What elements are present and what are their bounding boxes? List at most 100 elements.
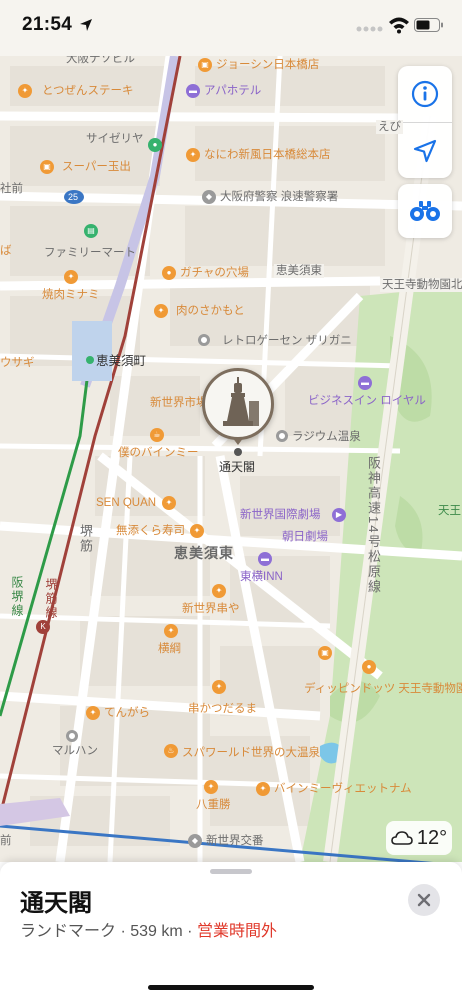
restaurant-icon[interactable]: ✦: [154, 304, 168, 318]
restaurant-icon[interactable]: ✦: [162, 496, 176, 510]
map-label[interactable]: 串かつだるま: [188, 702, 257, 716]
hotel-icon[interactable]: ▬: [358, 376, 372, 390]
restaurant-icon[interactable]: ✦: [186, 148, 200, 162]
map-label[interactable]: ファミリーマート: [44, 246, 136, 260]
map-label[interactable]: バインミーヴィエットナム: [274, 782, 412, 796]
shop-icon[interactable]: ▣: [198, 58, 212, 72]
restaurant-icon[interactable]: ✦: [212, 584, 226, 598]
map-label[interactable]: SEN QUAN: [96, 496, 156, 510]
map-label[interactable]: ディッピンドッツ 天王寺動物園内FooZoo: [304, 682, 462, 696]
map-label[interactable]: ガチャの穴場: [180, 266, 249, 280]
map-label[interactable]: 大阪ナゾビル: [66, 56, 135, 66]
map-label[interactable]: スーパー玉出: [62, 160, 131, 174]
restaurant-icon[interactable]: ✦: [212, 680, 226, 694]
game-icon[interactable]: ●: [162, 266, 176, 280]
onsen-icon[interactable]: [276, 430, 288, 442]
cafe-icon[interactable]: ☕: [150, 428, 164, 442]
map-label[interactable]: 新世界交番: [206, 834, 264, 848]
status-time: 21:54: [22, 14, 73, 35]
restaurant-icon[interactable]: ✦: [256, 782, 270, 796]
map-label[interactable]: 社前: [0, 182, 23, 196]
map-label[interactable]: とつぜんステーキ: [42, 84, 134, 98]
battery-icon: [414, 18, 443, 32]
map-label[interactable]: 新世界市場: [150, 396, 208, 410]
shop-icon[interactable]: ▣: [40, 160, 54, 174]
home-indicator[interactable]: [148, 985, 314, 990]
spa-icon[interactable]: ♨: [164, 744, 178, 758]
ice-cream-icon[interactable]: ●: [362, 660, 376, 674]
info-icon: [411, 80, 439, 108]
look-around-button[interactable]: [398, 184, 452, 238]
tsutenkaku-pin[interactable]: [202, 368, 274, 440]
map-label[interactable]: 新世界国際劇場: [240, 508, 321, 522]
restaurant-icon[interactable]: ✦: [164, 624, 178, 638]
map-label[interactable]: ば: [0, 244, 12, 258]
restaurant-icon[interactable]: ✦: [204, 780, 218, 794]
restaurant-icon[interactable]: ✦: [190, 524, 204, 538]
place-category: ランドマーク: [20, 923, 117, 940]
close-button[interactable]: [408, 884, 440, 916]
map-label[interactable]: スパワールド世界の大温泉: [182, 746, 320, 760]
hotel-icon[interactable]: ▬: [186, 84, 200, 98]
pachinko-icon[interactable]: [66, 730, 78, 742]
close-icon: [417, 893, 431, 907]
map-label[interactable]: 東横INN: [240, 570, 283, 584]
police-box-icon[interactable]: ◆: [188, 834, 202, 848]
restaurant-icon[interactable]: ✦: [86, 706, 100, 720]
map-label[interactable]: 大阪府警察 浪速警察署: [220, 190, 338, 204]
separator: ·: [120, 923, 126, 940]
restaurant-icon[interactable]: ●: [148, 138, 162, 152]
rail-label: 堺筋線: [44, 578, 58, 620]
hotel-icon[interactable]: ▬: [258, 552, 272, 566]
map-label[interactable]: 天王寺動物園北: [380, 278, 462, 292]
map-label[interactable]: 肉のさかもと: [176, 304, 245, 318]
map-label[interactable]: えび: [376, 120, 403, 134]
place-sheet[interactable]: 通天閣 ランドマーク · 539 km · 営業時間外: [0, 862, 462, 1000]
map-label[interactable]: レトロゲーセン ザリガニ: [222, 334, 352, 348]
map-label[interactable]: 横綱: [158, 642, 181, 656]
status-bar: 21:54: [0, 0, 462, 56]
map-label[interactable]: てんがら: [104, 706, 150, 720]
cloud-icon: [391, 831, 413, 845]
map-label[interactable]: アパホテル: [204, 84, 261, 98]
sheet-grabber[interactable]: [210, 869, 252, 874]
map-label[interactable]: なにわ新風日本橋総本店: [204, 148, 331, 162]
map-view[interactable]: 大阪ナゾビル ▣ ジョーシン日本橋店 ✦ とつぜんステーキ ▬ アパホテル サイ…: [0, 56, 462, 862]
map-label[interactable]: サイゼリヤ: [86, 132, 144, 146]
district-label: 恵美須東: [174, 545, 234, 561]
map-label[interactable]: 焼肉ミナミ: [42, 288, 100, 302]
landmark-label[interactable]: 通天閣: [219, 460, 255, 474]
hours-status: 営業時間外: [196, 923, 277, 940]
map-label[interactable]: 僕のバインミー: [118, 446, 199, 460]
arcade-icon[interactable]: [198, 334, 210, 346]
map-label[interactable]: 前: [0, 834, 12, 848]
restaurant-icon[interactable]: ✦: [18, 84, 32, 98]
police-icon[interactable]: ◆: [202, 190, 216, 204]
shop-icon[interactable]: ▣: [318, 646, 332, 660]
pin-dot: [234, 448, 242, 456]
map-label[interactable]: 恵美須東: [274, 264, 324, 278]
temperature: 12°: [416, 826, 448, 849]
station-icon[interactable]: K: [36, 620, 50, 634]
map-label[interactable]: マルハン: [52, 744, 98, 758]
separator: ·: [187, 923, 193, 940]
road-label: 堺筋: [78, 524, 93, 554]
map-label[interactable]: ビジネスイン ロイヤル: [308, 394, 426, 408]
restaurant-icon[interactable]: ✦: [64, 270, 78, 284]
station-dot-icon[interactable]: [86, 356, 94, 364]
binoculars-icon: [410, 201, 440, 221]
map-label[interactable]: 天王: [438, 504, 461, 518]
map-label[interactable]: ラジウム温泉: [292, 430, 361, 444]
theater-icon[interactable]: ▶: [332, 508, 346, 522]
map-label[interactable]: 恵美須町: [96, 354, 146, 368]
map-label[interactable]: 朝日劇場: [282, 530, 328, 544]
info-button[interactable]: [398, 66, 452, 122]
map-label[interactable]: ウサギ: [0, 356, 35, 370]
map-label[interactable]: 無添くら寿司: [116, 524, 185, 538]
map-label[interactable]: 新世界串や: [182, 602, 240, 616]
map-label[interactable]: ジョーシン日本橋店: [216, 58, 319, 72]
map-label[interactable]: 八重勝: [196, 798, 231, 812]
cellular-signal-icon: [356, 26, 383, 32]
convenience-store-icon[interactable]: ▤: [84, 224, 98, 238]
current-location-button[interactable]: [398, 123, 452, 179]
